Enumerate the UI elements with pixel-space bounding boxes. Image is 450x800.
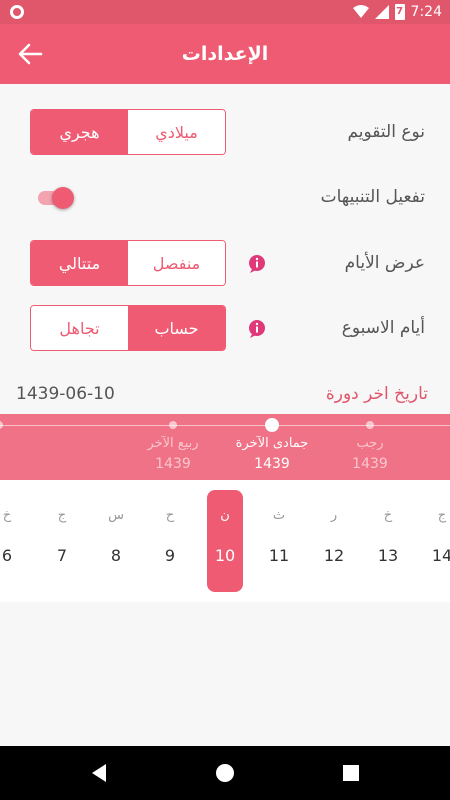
month-dot <box>366 421 374 429</box>
day-number: 6 <box>1 546 13 565</box>
info-icon[interactable] <box>247 319 267 339</box>
day-picker: ج 14 خ 13 ر 12 ث 11 ن 10 ح 9 س 8 ج 7 خ 6 <box>0 480 450 602</box>
weekday-label: خ <box>383 508 393 523</box>
week-ignore-option[interactable]: تجاهل <box>31 306 128 350</box>
month-picker: ربيع الآخر 1439 ربيع الآخر جمادى الآخرة … <box>0 414 450 480</box>
days-display-label: عرض الأيام <box>344 253 425 273</box>
day-cell[interactable]: ج 7 <box>42 480 82 602</box>
day-number: 13 <box>377 546 399 565</box>
day-cell[interactable]: ر 12 <box>314 480 354 602</box>
system-nav-bar <box>0 746 450 800</box>
month-name: جمادى الآخرة <box>235 436 309 451</box>
month-name: رجب <box>356 436 384 451</box>
day-number: 11 <box>268 546 290 565</box>
page-title: الإعدادات <box>181 43 269 65</box>
day-number: 7 <box>56 546 68 565</box>
nav-home-button[interactable] <box>198 746 252 800</box>
nav-back-button[interactable] <box>72 746 126 800</box>
day-cell[interactable]: خ 6 <box>0 480 27 602</box>
calendar-type-label: نوع التقويم <box>347 122 425 142</box>
weekday-label: ر <box>330 508 338 523</box>
app-bar: الإعدادات <box>0 24 450 84</box>
month-name: ربيع الآخر <box>147 436 199 451</box>
days-separate-option[interactable]: منفصل <box>128 241 225 285</box>
week-days-label: أيام الاسبوع <box>341 318 425 338</box>
day-cell-selected[interactable]: ن 10 <box>205 480 245 602</box>
month-dot-active <box>265 418 279 432</box>
month-year: 1439 <box>254 456 290 472</box>
back-button[interactable] <box>14 38 46 70</box>
last-cycle-value[interactable]: 1439-06-10 <box>16 384 115 404</box>
calendar-type-segmented: هجري ميلادي <box>30 109 226 155</box>
week-count-option[interactable]: حساب <box>128 306 225 350</box>
notifications-toggle[interactable] <box>38 187 74 209</box>
calendar-hijri-option[interactable]: هجري <box>31 110 128 154</box>
info-icon[interactable] <box>247 254 267 274</box>
wifi-icon <box>352 5 369 18</box>
day-number: 9 <box>164 546 176 565</box>
days-display-segmented: متتالي منفصل <box>30 240 226 286</box>
day-number: 14 <box>431 546 450 565</box>
arrow-back-icon <box>18 43 43 65</box>
status-bar: 7 7:24 <box>0 0 450 24</box>
last-cycle-label: تاريخ اخر دورة <box>325 384 428 404</box>
battery-icon: 7 <box>394 4 405 20</box>
settings-content: نوع التقويم هجري ميلادي تفعيل التنبيهات … <box>0 84 450 746</box>
month-dot <box>0 421 3 429</box>
weekday-label: خ <box>2 508 12 523</box>
weekday-label: ث <box>272 508 286 523</box>
week-days-segmented: تجاهل حساب <box>30 305 226 351</box>
days-consecutive-option[interactable]: متتالي <box>31 241 128 285</box>
day-cell[interactable]: ث 11 <box>259 480 299 602</box>
weekday-label: ح <box>165 508 175 523</box>
day-number: 10 <box>214 546 236 565</box>
status-time: 7:24 <box>410 4 442 20</box>
day-cell[interactable]: ج 14 <box>422 480 450 602</box>
weekday-label: ن <box>220 508 230 523</box>
month-timeline <box>0 425 450 426</box>
month-year: 1439 <box>352 456 388 472</box>
month-dot <box>169 421 177 429</box>
day-number: 12 <box>323 546 345 565</box>
nav-recents-button[interactable] <box>324 746 378 800</box>
month-year: 1439 <box>155 456 191 472</box>
nav-home-icon <box>216 764 234 782</box>
toggle-thumb <box>52 187 74 209</box>
weekday-label: ج <box>57 508 67 523</box>
notification-icon <box>10 5 24 19</box>
day-cell[interactable]: ح 9 <box>150 480 190 602</box>
selected-day-highlight <box>207 490 243 592</box>
calendar-gregorian-option[interactable]: ميلادي <box>128 110 225 154</box>
weekday-label: ج <box>437 508 447 523</box>
day-cell[interactable]: خ 13 <box>368 480 408 602</box>
status-icons: 7 7:24 <box>352 3 442 21</box>
notifications-label: تفعيل التنبيهات <box>320 187 425 207</box>
signal-icon <box>374 5 389 19</box>
nav-back-icon <box>92 764 106 782</box>
day-number: 8 <box>110 546 122 565</box>
weekday-label: س <box>108 508 124 523</box>
nav-recents-icon <box>343 765 359 781</box>
day-cell[interactable]: س 8 <box>96 480 136 602</box>
